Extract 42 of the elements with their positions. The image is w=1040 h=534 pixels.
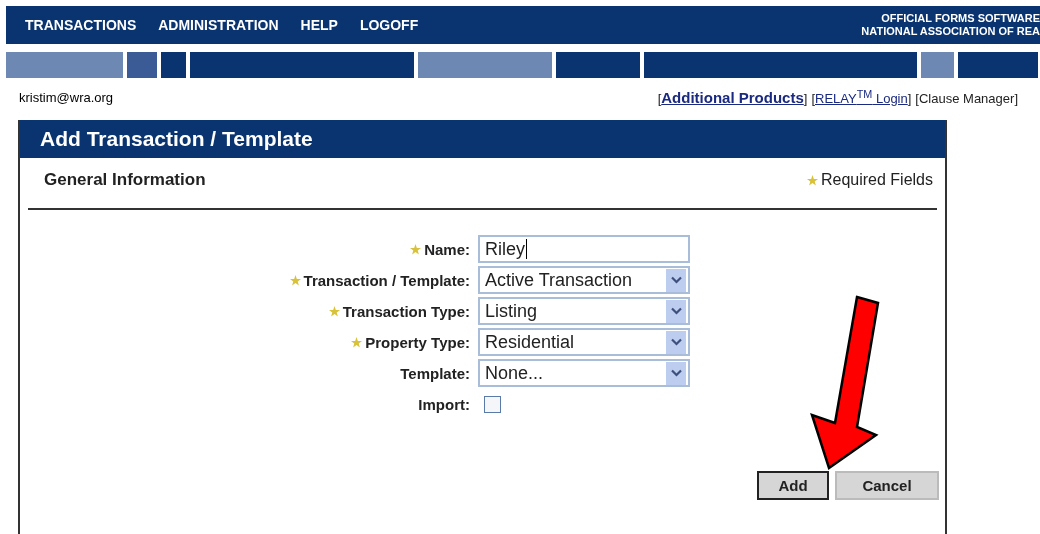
nav-link[interactable]: HELP: [300, 17, 338, 33]
chevron-icon: [666, 299, 686, 323]
nav-link[interactable]: ADMINISTRATION: [158, 17, 279, 33]
brand-text: NATIONAL ASSOCIATION OF REA: [861, 25, 1040, 38]
star-icon: [351, 336, 363, 348]
star-icon: [806, 174, 818, 186]
bracket-text: [: [811, 91, 815, 107]
bracket-text: [: [657, 91, 662, 107]
field-label: Property Type:: [365, 333, 470, 351]
panel-title: Add Transaction / Template: [40, 127, 313, 152]
header-link[interactable]: Clause Manager: [919, 91, 1015, 107]
checkbox[interactable]: [484, 395, 501, 413]
chevron-icon: [666, 268, 686, 292]
field-label: Name:: [424, 240, 470, 258]
dropdown-field[interactable]: Residential: [478, 328, 690, 357]
name-field[interactable]: Riley: [478, 235, 690, 264]
nav-link[interactable]: TRANSACTIONS: [25, 17, 137, 33]
star-icon: [410, 243, 422, 255]
chevron-icon: [666, 330, 686, 354]
field-label: Template:: [400, 364, 470, 382]
chevron-icon: [666, 361, 686, 385]
field-label: Transaction Type:: [342, 302, 470, 320]
section-title: General Information: [44, 170, 206, 191]
add-button[interactable]: Add: [757, 471, 829, 501]
field-label: Import:: [418, 395, 470, 413]
dropdown-field[interactable]: Listing: [478, 297, 690, 326]
required-note: Required Fields: [820, 171, 933, 190]
bracket-text: [: [915, 91, 919, 107]
nav-link[interactable]: LOGOFF: [359, 17, 419, 33]
header-link[interactable]: Additional Products: [661, 89, 804, 107]
field-label: Transaction / Template:: [303, 271, 470, 289]
header-link[interactable]: RELAY$^{TM}$ Login: [815, 88, 908, 107]
bracket-text: ]: [803, 91, 808, 107]
user-email: kristim@wra.org: [19, 89, 114, 105]
dropdown-field[interactable]: None...: [478, 359, 690, 388]
brand-text: OFFICIAL FORMS SOFTWARE: [881, 12, 1040, 25]
star-icon: [328, 305, 340, 317]
dropdown-field[interactable]: Active Transaction: [478, 266, 690, 295]
cancel-button[interactable]: Cancel: [835, 471, 939, 501]
bracket-text: ]: [907, 91, 912, 107]
bracket-text: ]: [1014, 91, 1018, 107]
star-icon: [289, 274, 301, 286]
